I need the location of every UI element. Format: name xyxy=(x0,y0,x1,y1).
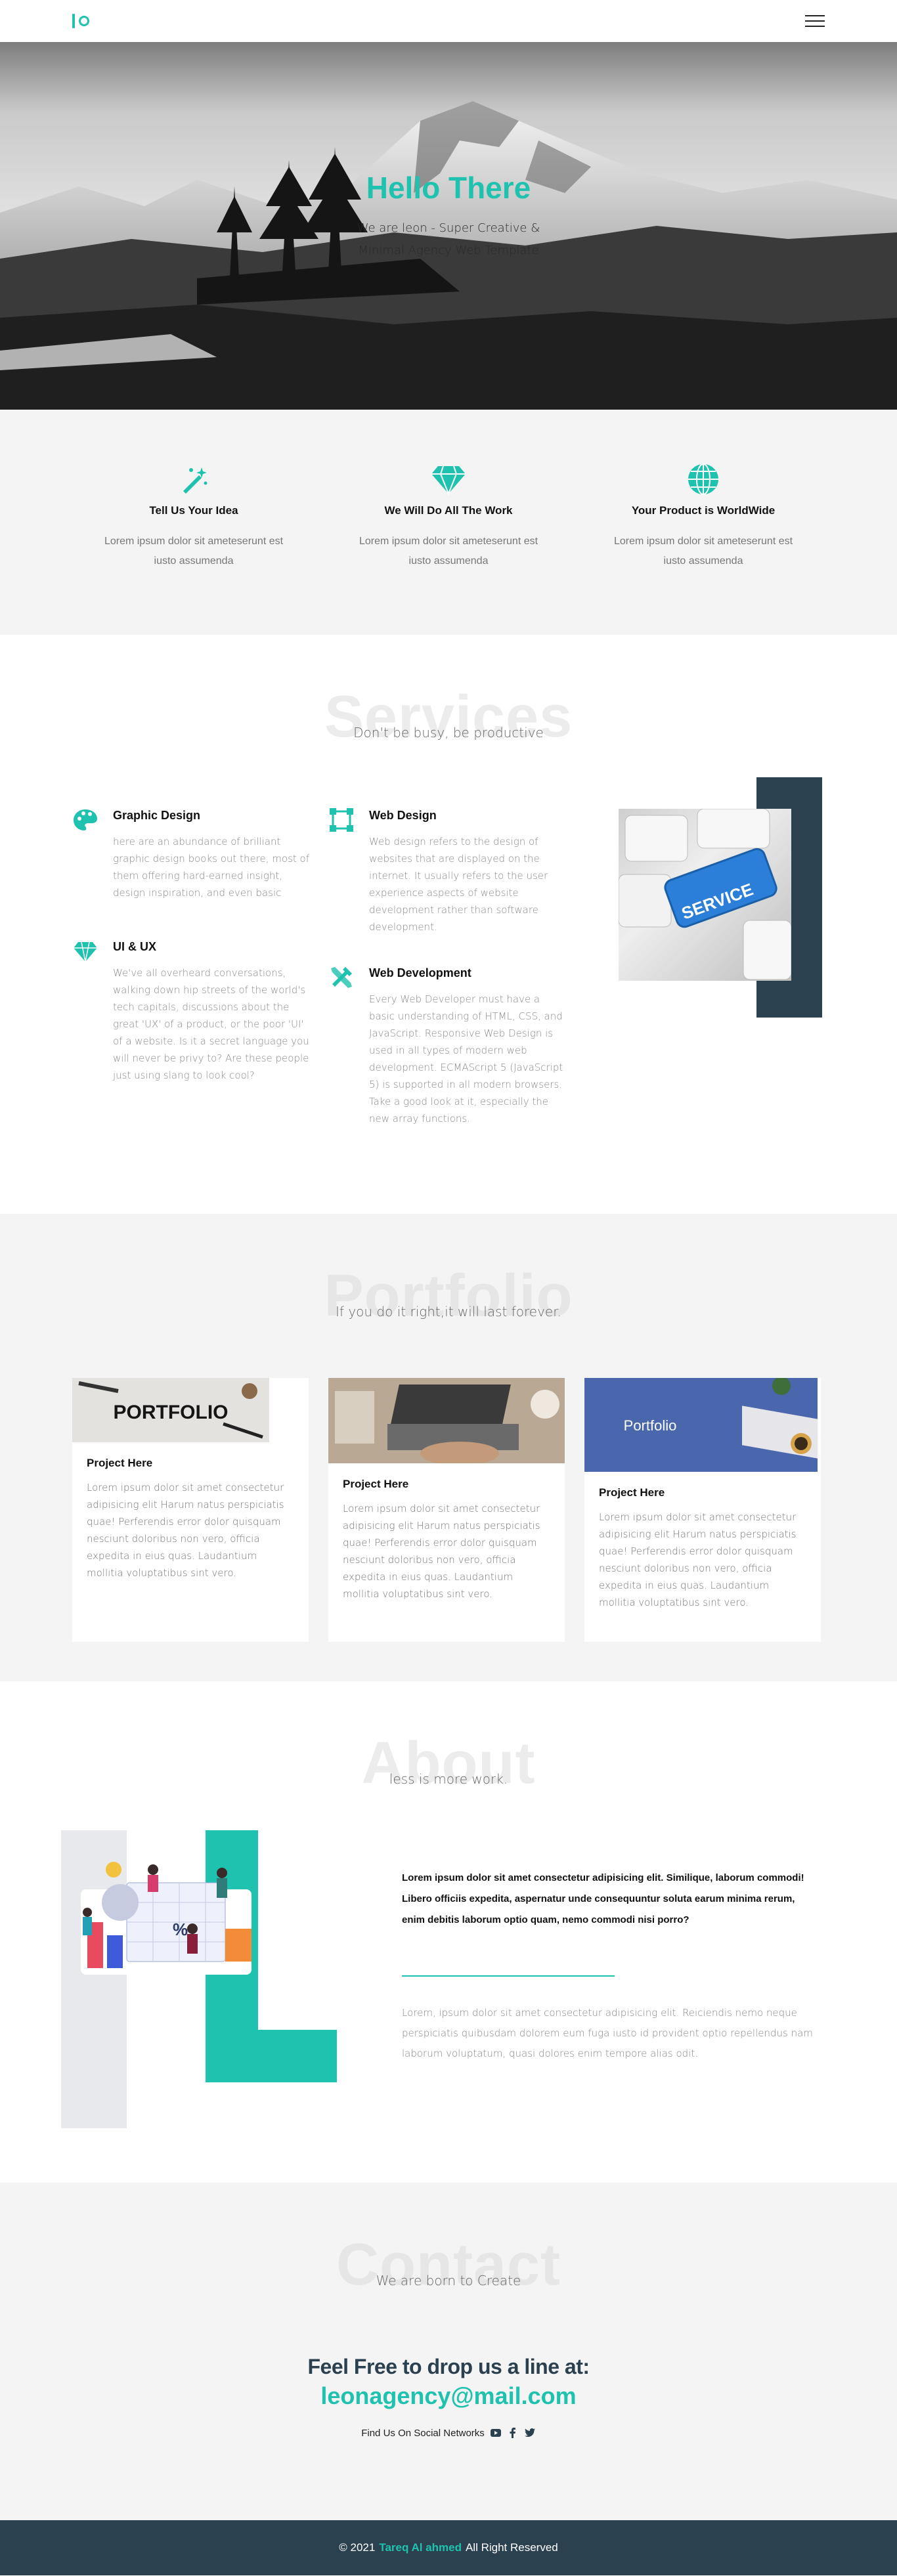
about-subtitle: less is more work. xyxy=(389,1771,508,1787)
feature-item: Tell Us Your Idea Lorem ipsum dolor sit … xyxy=(66,461,321,635)
portfolio-card-body: Project Here Lorem ipsum dolor sit amet … xyxy=(584,1472,821,1625)
services-subtitle: Don't be busy, be productive xyxy=(353,725,544,741)
diamond-icon xyxy=(74,941,97,962)
facebook-icon[interactable] xyxy=(507,2427,519,2439)
services-section: Services Don't be busy, be productive Gr… xyxy=(0,635,897,1214)
feature-title: We Will Do All The Work xyxy=(384,504,513,517)
service-item: UI & UX We've all overheard conversation… xyxy=(72,938,309,1084)
site-footer: © 2021 Tareq Al ahmed All Right Reserved xyxy=(0,2520,897,2575)
hero-subtitle: We are leon - Super Creative & Minimal A… xyxy=(343,217,554,262)
contact-title: Feel Free to drop us a line at: xyxy=(307,2355,590,2378)
service-text: We've all overheard conversations, walki… xyxy=(113,967,309,1081)
globe-icon xyxy=(576,461,831,498)
logo-i-mark xyxy=(72,14,75,28)
menu-line xyxy=(805,15,825,16)
service-title: UI & UX xyxy=(113,940,157,953)
portfolio-card[interactable]: Project Here Lorem ipsum dolor sit amet … xyxy=(328,1378,565,1642)
portfolio-header: Portfolio If you do it right,it will las… xyxy=(0,1263,897,1342)
portfolio-card-image: PORTFOLIO xyxy=(72,1378,269,1442)
portfolio-card-body: Project Here Lorem ipsum dolor sit amet … xyxy=(328,1463,565,1617)
magic-wand-icon xyxy=(66,461,321,498)
feature-text: Lorem ipsum dolor sit ameteserunt est iu… xyxy=(359,536,538,567)
portfolio-cards: PORTFOLIO Project Here Lorem ipsum dolor… xyxy=(72,1378,821,1642)
vector-square-icon xyxy=(330,808,353,832)
diamond-icon xyxy=(321,461,576,498)
about-text: Lorem, ipsum dolor sit amet consectetur … xyxy=(402,2007,813,2059)
footer-rights: All Right Reserved xyxy=(465,2541,558,2554)
youtube-icon[interactable] xyxy=(490,2427,502,2439)
about-divider xyxy=(402,1975,615,1977)
footer-copyright: © 2021 xyxy=(339,2541,376,2554)
social-links: Find Us On Social Networks xyxy=(0,2427,897,2439)
about-bold-text: Lorem ipsum dolor sit amet consectetur a… xyxy=(402,1872,804,1925)
footer-author-link[interactable]: Tareq Al ahmed xyxy=(379,2541,462,2554)
portfolio-card-title: Project Here xyxy=(343,1478,409,1490)
hero-subtitle-line1: We are leon - Super Creative & xyxy=(357,221,540,235)
menu-line xyxy=(805,20,825,22)
hero-section: Hello There We are leon - Super Creative… xyxy=(0,42,897,410)
hero-title: Hello There xyxy=(366,171,531,205)
site-logo[interactable] xyxy=(72,14,89,28)
features-section: Tell Us Your Idea Lorem ipsum dolor sit … xyxy=(0,410,897,635)
palette-icon xyxy=(74,809,97,830)
portfolio-card-text: Lorem ipsum dolor sit amet consectetur a… xyxy=(343,1503,540,1600)
portfolio-card-text: Lorem ipsum dolor sit amet consectetur a… xyxy=(87,1482,284,1579)
service-item: Graphic Design here are an abundance of … xyxy=(72,807,309,901)
feature-item: We Will Do All The Work Lorem ipsum dolo… xyxy=(321,461,576,635)
service-title: Web Design xyxy=(369,809,437,822)
portfolio-card-body: Project Here Lorem ipsum dolor sit amet … xyxy=(72,1442,309,1596)
portfolio-card-title: Project Here xyxy=(87,1457,153,1469)
about-illustration: % xyxy=(61,1830,337,2128)
menu-line xyxy=(805,26,825,27)
portfolio-section: Portfolio If you do it right,it will las… xyxy=(0,1214,897,1681)
feature-text: Lorem ipsum dolor sit ameteserunt est iu… xyxy=(613,536,793,567)
service-item: Web Design Web design refers to the desi… xyxy=(328,807,548,935)
service-text: here are an abundance of brilliant graph… xyxy=(113,836,309,899)
contact-email-link[interactable]: leonagency@mail.com xyxy=(0,2382,897,2410)
feature-title: Your Product is WorldWide xyxy=(631,504,776,517)
service-title: Web Development xyxy=(369,966,471,979)
logo-o-mark xyxy=(79,16,89,26)
portfolio-card[interactable]: Portfolio Project Here Lorem ipsum dolor… xyxy=(584,1378,821,1642)
twitter-icon[interactable] xyxy=(524,2427,536,2439)
portfolio-card-image: Portfolio xyxy=(584,1378,818,1472)
contact-section: Contact We are born to Create Feel Free … xyxy=(0,2183,897,2520)
portfolio-subtitle: If you do it right,it will last forever. xyxy=(336,1304,561,1320)
service-title: Graphic Design xyxy=(113,809,201,822)
keyboard-service-photo: SERVICE xyxy=(618,808,792,981)
feature-item: Your Product is WorldWide Lorem ipsum do… xyxy=(576,461,831,635)
service-text: Every Web Developer must have a basic un… xyxy=(369,993,563,1125)
services-header: Services Don't be busy, be productive xyxy=(0,684,897,763)
service-item: Web Development Every Web Developer must… xyxy=(328,964,563,1127)
hero-text: Hello There We are leon - Super Creative… xyxy=(0,170,897,262)
portfolio-image-label: PORTFOLIO xyxy=(114,1402,229,1423)
portfolio-card[interactable]: PORTFOLIO Project Here Lorem ipsum dolor… xyxy=(72,1378,309,1642)
hero-subtitle-line2: Minimal Agency Web Template xyxy=(358,244,539,257)
about-header: About less is more work. xyxy=(0,1730,897,1809)
portfolio-card-title: Project Here xyxy=(599,1486,665,1499)
portfolio-image-label: Portfolio xyxy=(624,1417,677,1434)
portfolio-card-text: Lorem ipsum dolor sit amet consectetur a… xyxy=(599,1511,797,1608)
social-label: Find Us On Social Networks xyxy=(361,2427,485,2439)
about-section: About less is more work. % Lorem ipsum d… xyxy=(0,1681,897,2183)
contact-subtitle: We are born to Create xyxy=(376,2273,521,2288)
contact-header: Contact We are born to Create xyxy=(0,2232,897,2311)
tools-icon xyxy=(331,967,352,988)
feature-text: Lorem ipsum dolor sit ameteserunt est iu… xyxy=(104,536,284,567)
top-navbar xyxy=(0,0,897,42)
feature-title: Tell Us Your Idea xyxy=(149,504,238,517)
svg-text:%: % xyxy=(173,1920,188,1939)
service-text: Web design refers to the design of websi… xyxy=(369,836,548,933)
hamburger-menu-icon[interactable] xyxy=(805,15,825,27)
services-image: SERVICE xyxy=(618,777,822,1018)
portfolio-card-image xyxy=(328,1378,565,1463)
about-text-block: Lorem ipsum dolor sit amet consectetur a… xyxy=(402,1868,817,2064)
